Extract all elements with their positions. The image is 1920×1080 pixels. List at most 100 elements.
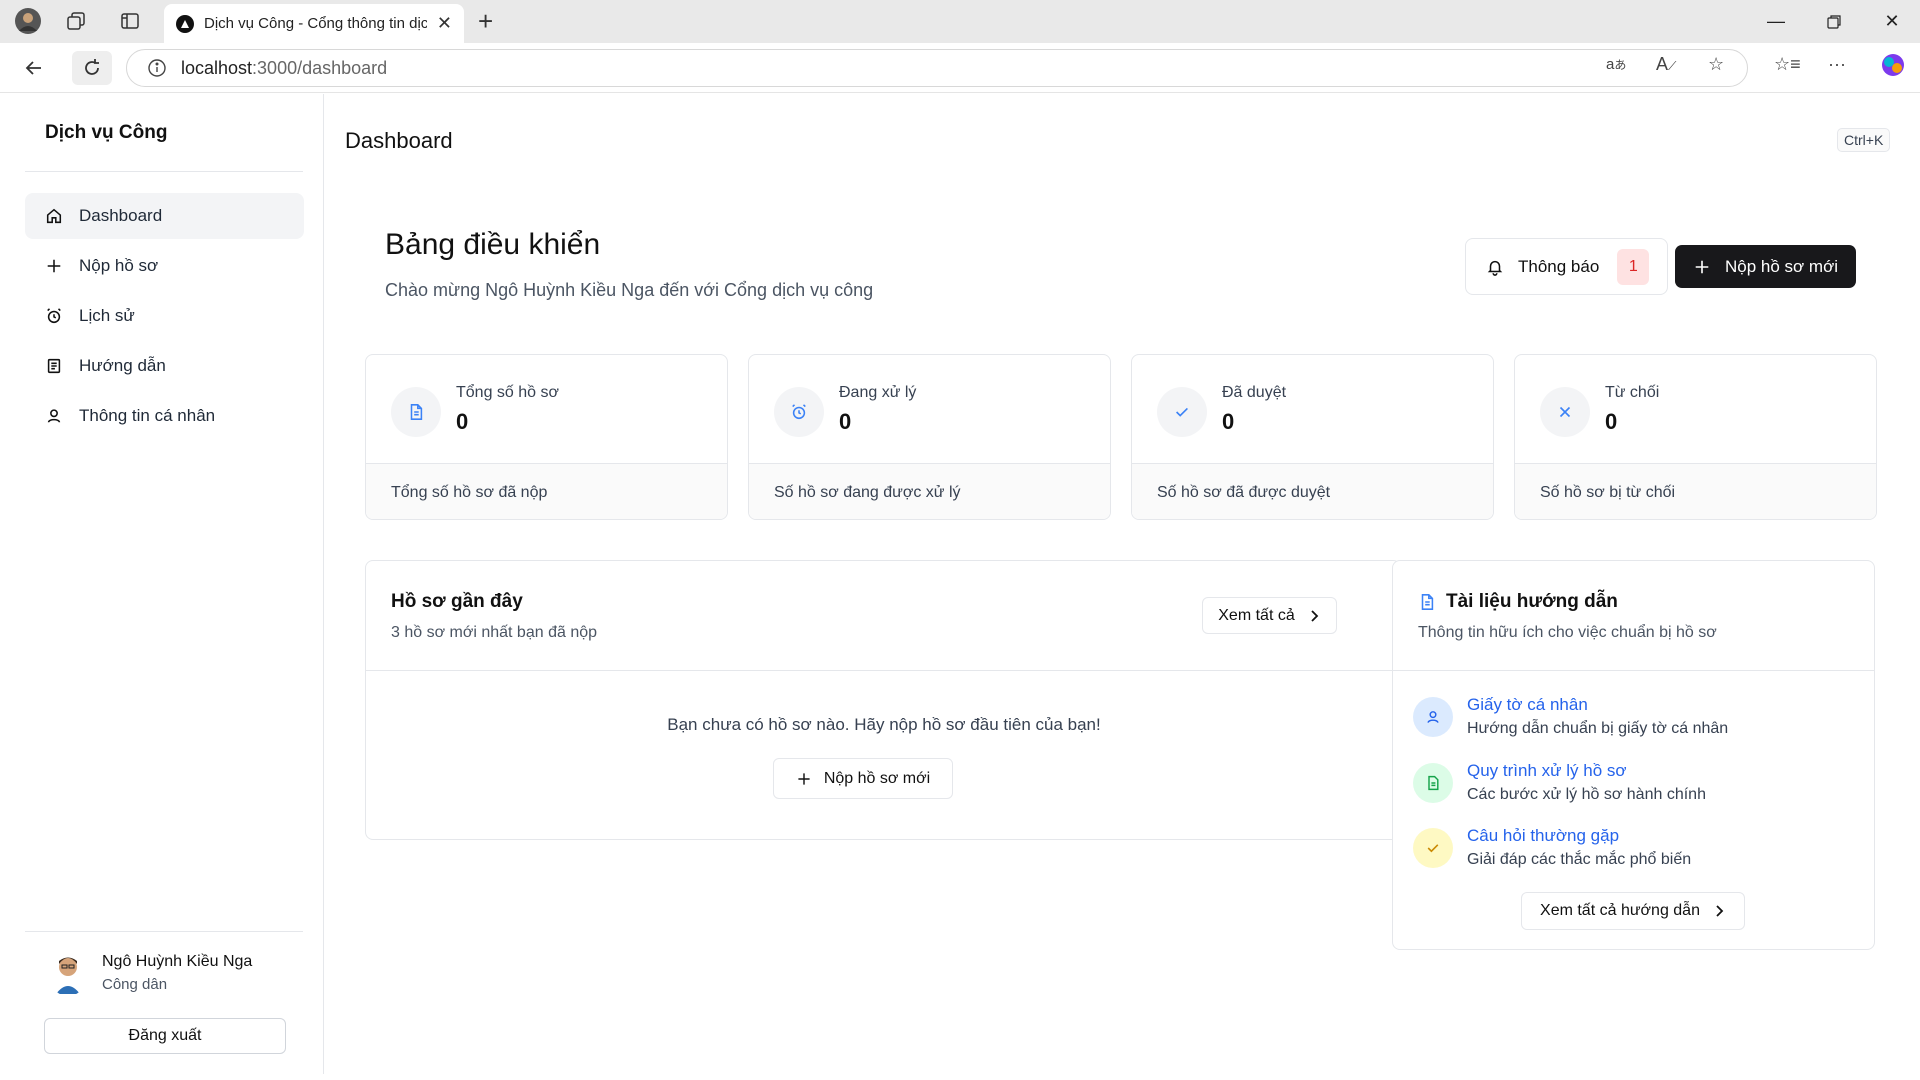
sidebar-item-label: Lịch sử [79, 306, 135, 325]
main-content: Dashboard Ctrl+K Bảng điều khiển Chào mừ… [325, 94, 1920, 1080]
alarm-clock-icon [47, 308, 61, 324]
new-submission-button[interactable]: Nộp hồ sơ mới [1675, 245, 1856, 288]
window-close-icon[interactable]: ✕ [1866, 0, 1918, 43]
refresh-icon[interactable] [72, 51, 112, 85]
user-name: Ngô Huỳnh Kiều Nga [102, 953, 253, 970]
card-subtitle: Thông tin hữu ích cho việc chuẩn bị hồ s… [1418, 624, 1717, 641]
check-icon [1413, 828, 1453, 868]
user-icon [1413, 697, 1453, 737]
stat-label: Đã duyệt [1222, 384, 1287, 401]
guide-item-process[interactable]: Quy trình xử lý hồ sơ Các bước xử lý hồ … [1413, 761, 1706, 804]
book-icon [47, 358, 61, 374]
plus-icon [1695, 260, 1709, 273]
empty-state-text: Bạn chưa có hồ sơ nào. Hãy nộp hồ sơ đầu… [667, 715, 1101, 734]
sidebar-item-submit[interactable]: Nộp hồ sơ [25, 243, 304, 289]
card-subtitle: 3 hồ sơ mới nhất bạn đã nộp [391, 624, 598, 641]
new-tab-icon[interactable]: + [478, 6, 493, 37]
url-text: localhost:3000/dashboard [181, 57, 388, 78]
profile-avatar-icon[interactable] [8, 1, 48, 41]
restore-icon[interactable] [1808, 0, 1860, 43]
browser-tab[interactable]: Dịch vụ Công - Cổng thông tin dịch vụ cô… [164, 4, 464, 43]
page-title: Dashboard [345, 128, 453, 153]
chevron-right-icon [1716, 905, 1724, 917]
notifications-button[interactable]: Thông báo 1 [1465, 238, 1668, 295]
chevron-right-icon [1311, 609, 1319, 622]
welcome-text: Chào mừng Ngô Huỳnh Kiều Nga đến với Cổn… [385, 280, 874, 300]
stat-value: 0 [456, 409, 469, 434]
sidebar-item-dashboard[interactable]: Dashboard [25, 193, 304, 239]
favorites-icon[interactable]: ☆≡ [1774, 54, 1801, 75]
guide-desc: Giải đáp các thắc mắc phổ biến [1467, 851, 1692, 868]
notifications-label: Thông báo [1518, 256, 1600, 276]
guide-item-faq[interactable]: Câu hỏi thường gặp Giải đáp các thắc mắc… [1413, 826, 1691, 869]
stat-footer: Tổng số hồ sơ đã nộp [366, 464, 727, 519]
guide-link[interactable]: Quy trình xử lý hồ sơ [1467, 761, 1706, 781]
user-role: Công dân [102, 976, 168, 993]
stat-card-rejected: Từ chối 0 Số hồ sơ bị từ chối [1514, 354, 1877, 520]
sidebar-item-guide[interactable]: Hướng dẫn [25, 343, 304, 389]
view-all-guides-button[interactable]: Xem tất cả hướng dẫn [1521, 892, 1745, 930]
stat-card-total: Tổng số hồ sơ 0 Tổng số hồ sơ đã nộp [365, 354, 728, 520]
stat-footer: Số hồ sơ đang được xử lý [749, 464, 1110, 519]
plus-icon [798, 772, 810, 785]
translate-icon[interactable]: aあ [1606, 56, 1626, 73]
workspaces-icon[interactable] [56, 1, 96, 41]
empty-new-submission-button[interactable]: Nộp hồ sơ mới [773, 758, 953, 799]
guide-desc: Các bước xử lý hồ sơ hành chính [1467, 786, 1706, 803]
stat-card-approved: Đã duyệt 0 Số hồ sơ đã được duyệt [1131, 354, 1494, 520]
guide-desc: Hướng dẫn chuẩn bị giấy tờ cá nhân [1467, 720, 1729, 737]
dashboard-heading: Bảng điều khiển [385, 228, 601, 261]
user-profile: Ngô Huỳnh Kiều Nga Công dân [48, 950, 252, 996]
sidebar-nav: Dashboard Nộp hồ sơ Lịch sử Hướng dẫn Th… [25, 193, 304, 443]
stat-value: 0 [839, 409, 852, 434]
stat-value: 0 [1605, 409, 1618, 434]
check-icon [1157, 387, 1207, 437]
file-text-icon [1421, 594, 1434, 610]
stat-label: Tổng số hồ sơ [456, 384, 559, 401]
view-all-button[interactable]: Xem tất cả [1202, 597, 1337, 634]
stat-card-processing: Đang xử lý 0 Số hồ sơ đang được xử lý [748, 354, 1111, 520]
stat-label: Từ chối [1605, 384, 1660, 401]
favorite-star-icon[interactable]: ☆ [1708, 54, 1724, 75]
new-submission-label: Nộp hồ sơ mới [1725, 256, 1838, 276]
guide-link[interactable]: Giấy tờ cá nhân [1467, 695, 1728, 715]
guide-card: Tài liệu hướng dẫn Thông tin hữu ích cho… [1392, 560, 1875, 950]
divider [25, 931, 303, 932]
guide-item-personal-docs[interactable]: Giấy tờ cá nhân Hướng dẫn chuẩn bị giấy … [1413, 695, 1728, 738]
address-bar-row: localhost:3000/dashboard aあ A⟋ ☆ ☆≡ ··· [0, 43, 1920, 93]
sidebar-item-label: Hướng dẫn [79, 356, 166, 375]
search-shortcut[interactable]: Ctrl+K [1837, 128, 1891, 152]
card-title: Tài liệu hướng dẫn [1418, 591, 1618, 613]
browser-titlebar: Dịch vụ Công - Cổng thông tin dịch vụ cô… [0, 0, 1920, 43]
close-icon[interactable]: ✕ [437, 13, 452, 34]
vertical-tabs-icon[interactable] [110, 1, 150, 41]
sidebar-item-history[interactable]: Lịch sử [25, 293, 304, 339]
copilot-icon[interactable] [1880, 52, 1906, 83]
sidebar-item-profile[interactable]: Thông tin cá nhân [25, 393, 304, 439]
tab-title: Dịch vụ Công - Cổng thông tin dịch vụ cô… [204, 15, 427, 32]
sidebar-item-label: Dashboard [79, 206, 163, 225]
info-icon[interactable] [147, 58, 167, 78]
more-menu-icon[interactable]: ··· [1828, 54, 1846, 75]
plus-icon [47, 259, 61, 273]
document-icon [391, 387, 441, 437]
sidebar-item-label: Thông tin cá nhân [79, 406, 216, 425]
x-icon [1540, 387, 1590, 437]
bell-icon [1487, 260, 1503, 276]
new-submission-label: Nộp hồ sơ mới [823, 769, 931, 787]
back-arrow-icon[interactable] [18, 52, 50, 84]
sidebar-item-label: Nộp hồ sơ [79, 256, 159, 275]
file-text-icon [1413, 763, 1453, 803]
logout-button[interactable]: Đăng xuất [44, 1018, 286, 1054]
notification-count-badge: 1 [1617, 248, 1650, 285]
card-title: Hồ sơ gần đây [391, 591, 523, 612]
avatar[interactable] [48, 950, 88, 996]
url-field[interactable]: localhost:3000/dashboard [126, 49, 1748, 87]
user-icon [47, 409, 61, 423]
guide-link[interactable]: Câu hỏi thường gặp [1467, 826, 1691, 846]
brand-title[interactable]: Dịch vụ Công [45, 122, 167, 144]
minimize-icon[interactable]: — [1750, 0, 1802, 43]
read-aloud-icon[interactable]: A⟋ [1656, 54, 1676, 75]
stat-value: 0 [1222, 409, 1235, 434]
triangle-logo-icon [176, 14, 194, 33]
